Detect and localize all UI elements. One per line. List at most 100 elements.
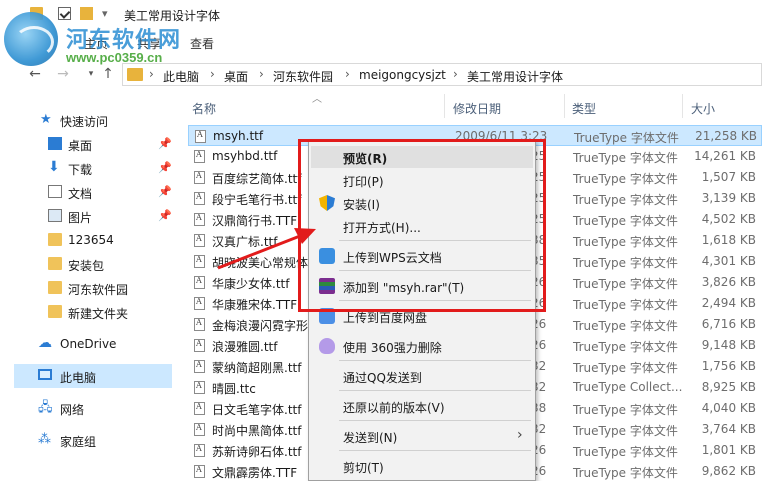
sidebar-item-label: 此电脑 [60,371,97,385]
breadcrumb-separator-icon[interactable]: › [210,67,215,81]
menu-item-send-to[interactable]: 发送到(N) › [311,425,533,447]
font-file-icon [194,318,205,331]
sidebar-item-homegroup[interactable]: ⁂ 家庭组 [0,428,180,452]
column-header-date[interactable]: 修改日期 [453,100,501,117]
pin-icon: 📌 [158,185,172,198]
sidebar-item-desktop[interactable]: 桌面 📌 [0,132,180,156]
file-type: TrueType 字体文件 [573,403,678,417]
breadcrumb-desktop[interactable]: 桌面 [224,68,248,85]
menu-separator [339,300,531,301]
breadcrumb-hedong[interactable]: 河东软件园 [273,68,333,85]
menu-item-install[interactable]: 安装(I) [311,192,533,214]
star-icon: ★ [40,112,52,127]
column-header-name[interactable]: 名称 [192,100,216,117]
file-type: TrueType 字体文件 [573,298,678,312]
font-file-icon [194,339,205,352]
file-name: 苏新诗卵石体.ttf [212,445,302,459]
font-file-icon [194,255,205,268]
font-file-icon [194,276,205,289]
file-type: TrueType 字体文件 [573,235,678,249]
sidebar-item-downloads[interactable]: ⬇ 下载 📌 [0,156,180,180]
file-name: 汉真广标.ttf [212,235,278,249]
sidebar-item-quick-access[interactable]: ★ 快速访问 [0,108,180,132]
file-size: 6,716 KB [701,317,756,331]
column-divider[interactable] [444,94,445,118]
sidebar-item-label: 下载 [68,163,93,177]
file-type: TrueType 字体文件 [573,340,678,354]
pc-icon [38,369,52,380]
menu-item-print[interactable]: 打印(P) [311,169,533,191]
file-type: TrueType 字体文件 [573,214,678,228]
file-size: 3,826 KB [701,275,756,289]
file-type: TrueType 字体文件 [573,172,678,186]
file-size: 4,502 KB [701,212,756,226]
menu-item-label: 打开方式(H)... [343,221,421,235]
breadcrumb-separator-icon[interactable]: › [345,67,350,81]
menu-item-label: 上传到百度网盘 [343,311,428,325]
sidebar-item-123654[interactable]: 123654 [0,228,180,252]
file-name: msyhbd.ttf [212,149,278,163]
column-divider[interactable] [564,94,565,118]
sidebar-item-documents[interactable]: 文档 📌 [0,180,180,204]
document-icon [48,185,62,198]
column-header-size[interactable]: 大小 [691,100,715,117]
file-size: 1,618 KB [701,233,756,247]
file-size: 3,139 KB [701,191,756,205]
menu-item-360-delete[interactable]: 使用 360强力删除 [311,335,533,357]
file-name: 蒙纳简超刚黑.ttf [212,361,302,375]
navigation-pane: ★ 快速访问 桌面 📌 ⬇ 下载 📌 文档 📌 图片 📌 123654 安装包 … [0,92,180,481]
font-file-icon [194,360,205,373]
menu-item-send-via-qq[interactable]: 通过QQ发送到 [311,365,533,387]
menu-separator [339,240,531,241]
sidebar-item-new-folder[interactable]: 新建文件夹 [0,300,180,324]
font-file-icon [194,234,205,247]
sidebar-item-label: OneDrive [60,337,117,351]
file-size: 21,258 KB [695,129,757,143]
column-header-type[interactable]: 类型 [572,100,596,117]
breadcrumb-current-folder[interactable]: 美工常用设计字体 [467,68,563,85]
folder-icon [48,233,62,246]
column-divider[interactable] [682,94,683,118]
file-size: 14,261 KB [694,149,756,163]
file-name: 浪漫雅圆.ttf [212,340,278,354]
menu-item-upload-baidu[interactable]: 上传到百度网盘 [311,305,533,327]
folder-icon [48,305,62,318]
uac-shield-icon [319,195,335,211]
sidebar-item-label: 网络 [60,403,85,417]
sidebar-item-label: 河东软件园 [68,283,129,297]
sidebar-item-network[interactable]: 🖧 网络 [0,396,180,420]
font-file-icon [194,465,205,478]
sidebar-item-pictures[interactable]: 图片 📌 [0,204,180,228]
menu-item-add-to-rar[interactable]: 添加到 "msyh.rar"(T) [311,275,533,297]
sidebar-item-label: 家庭组 [60,435,97,449]
file-size: 3,764 KB [701,422,756,436]
address-bar[interactable]: › 此电脑 › 桌面 › 河东软件园 › meigongcysjzt › 美工常… [122,63,762,86]
menu-item-open-with[interactable]: 打开方式(H)... [311,215,533,237]
menu-separator [339,270,531,271]
sidebar-item-label: 123654 [68,233,114,247]
breadcrumb-this-pc[interactable]: 此电脑 [163,68,199,85]
context-menu: 预览(R) 打印(P) 安装(I) 打开方式(H)... 上传到WPS云文档 添… [308,140,536,481]
menu-item-cut[interactable]: 剪切(T) [311,455,533,477]
sidebar-item-hedong[interactable]: 河东软件园 [0,276,180,300]
menu-separator [339,390,531,391]
menu-item-preview[interactable]: 预览(R) [311,146,533,168]
menu-item-upload-wps[interactable]: 上传到WPS云文档 [311,245,533,267]
menu-item-label: 上传到WPS云文档 [343,251,442,265]
watermark: 河东软件网 www.pc0359.cn [4,8,214,68]
menu-separator [339,420,531,421]
font-file-icon [195,130,206,143]
file-type: TrueType 字体文件 [573,256,678,270]
breadcrumb-separator-icon[interactable]: › [149,67,154,81]
folder-icon [127,68,143,81]
menu-item-restore-versions[interactable]: 还原以前的版本(V) [311,395,533,417]
file-size: 1,756 KB [701,359,756,373]
file-name: 华康雅宋体.TTF [212,298,298,312]
breadcrumb-meigongcysjzt[interactable]: meigongcysjzt [359,68,446,82]
sidebar-item-installers[interactable]: 安装包 [0,252,180,276]
breadcrumb-separator-icon[interactable]: › [259,67,264,81]
font-file-icon [194,444,205,457]
breadcrumb-separator-icon[interactable]: › [453,67,458,81]
sidebar-item-this-pc[interactable]: 此电脑 [14,364,172,388]
sidebar-item-onedrive[interactable]: ☁ OneDrive [0,332,180,356]
